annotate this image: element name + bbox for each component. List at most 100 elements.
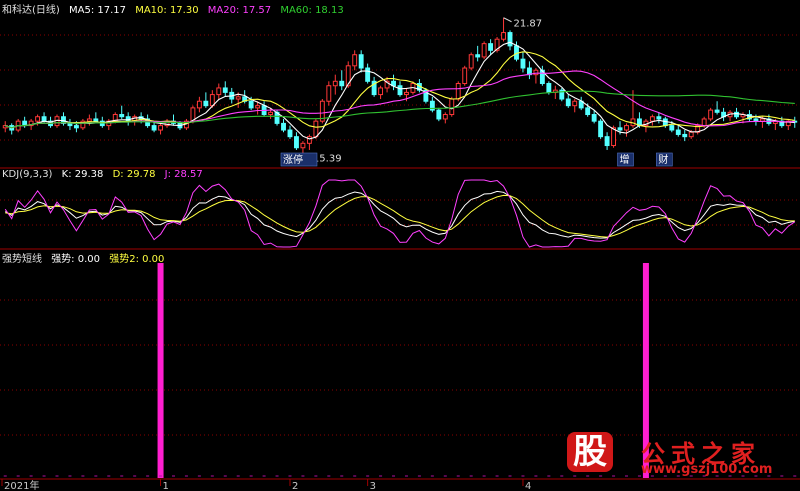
- candle-up: [326, 85, 332, 102]
- candle-down: [287, 129, 293, 138]
- signal-bar: [157, 263, 164, 478]
- candle-up: [649, 116, 655, 122]
- candle-down: [151, 125, 157, 131]
- kdj-panel-header: KDJ(9,3,3) K: 29.38 D: 29.78 J: 28.57: [2, 169, 209, 180]
- candle-down: [281, 122, 286, 131]
- candle-up: [306, 136, 312, 144]
- candle-down: [598, 120, 604, 138]
- candle-down: [604, 136, 610, 147]
- x-tick-label: 3: [370, 481, 376, 491]
- candle-down: [546, 83, 552, 93]
- candle-down: [248, 100, 254, 109]
- watermark: 股 公式之家 www.gszj100.com: [553, 430, 798, 480]
- watermark-url: www.gszj100.com: [641, 462, 773, 477]
- candle-up: [158, 125, 163, 131]
- indicator-s2-value: 强势2: 0.00: [109, 254, 165, 265]
- candle-down: [294, 136, 299, 149]
- candle-down: [119, 114, 125, 118]
- x-tick-label: 2021年: [4, 479, 39, 491]
- candle-down: [73, 125, 79, 129]
- ma5-value: MA5: 17.17: [69, 5, 127, 16]
- high-pointer: [503, 17, 512, 23]
- candle-down: [585, 107, 591, 116]
- candle-up: [468, 54, 474, 69]
- candle-down: [714, 109, 720, 113]
- stock-chart-canvas: 21.8715.39涨停增财 2021年 1 2 3 4: [0, 17, 800, 491]
- candle-down: [591, 114, 597, 122]
- indicator-s1-value: 强势: 0.00: [51, 254, 101, 265]
- candle-down: [41, 116, 47, 122]
- candle-down: [565, 98, 571, 107]
- candle-down: [669, 125, 675, 131]
- kdj-d-value: D: 29.78: [112, 169, 156, 180]
- candle-up: [449, 98, 455, 116]
- candle-up: [86, 118, 92, 122]
- candle-down: [203, 100, 209, 107]
- main-panel-header: 和科达(日线) MA5: 17.17 MA10: 17.30 MA20: 17.…: [2, 1, 350, 16]
- candle-down: [397, 85, 403, 96]
- x-axis: 2021年 1 2 3 4: [1, 479, 531, 491]
- kdj-layer: [4, 179, 796, 248]
- ma10-value: MA10: 17.30: [135, 5, 199, 16]
- marker-label: 增: [620, 153, 630, 166]
- candle-up: [35, 116, 41, 122]
- candle-down: [520, 58, 526, 69]
- candle-up: [442, 114, 448, 120]
- candle-up: [313, 120, 319, 138]
- candle-down: [436, 109, 442, 120]
- candle-down: [475, 54, 481, 58]
- candle-down: [339, 80, 345, 87]
- candle-up: [235, 96, 241, 100]
- kdj-j-line: [4, 179, 796, 248]
- candle-up: [216, 87, 222, 96]
- x-tick-label: 2: [292, 481, 298, 491]
- candle-up: [255, 105, 261, 109]
- candle-down: [507, 32, 513, 47]
- candle-down: [734, 111, 739, 118]
- ma20-value: MA20: 17.57: [207, 5, 272, 16]
- candle-up: [404, 91, 409, 96]
- ma60-value: MA60: 18.13: [280, 5, 344, 16]
- high-label: 21.87: [514, 19, 543, 30]
- candle-up: [701, 118, 707, 127]
- candle-down: [365, 67, 371, 82]
- candle-down: [617, 127, 623, 131]
- candle-up: [352, 54, 358, 67]
- candle-down: [358, 54, 364, 69]
- candle-down: [753, 118, 759, 122]
- candle-up: [268, 111, 274, 116]
- candle-down: [656, 116, 662, 120]
- candle-up: [572, 100, 578, 107]
- x-tick-label: 4: [525, 481, 531, 491]
- stock-title: 和科达(日线): [2, 5, 60, 16]
- candle-down: [222, 87, 228, 93]
- marker-label: 财: [658, 153, 668, 166]
- kdj-j-value: J: 28.57: [164, 169, 203, 180]
- x-tick-label: 1: [163, 481, 169, 491]
- kdj-title: KDJ(9,3,3): [2, 169, 53, 180]
- candle-up: [481, 43, 487, 58]
- indicator-panel-header: 强势短线 强势: 0.00 强势2: 0.00: [2, 250, 170, 265]
- candle-up: [533, 69, 539, 76]
- watermark-logo: 股: [567, 432, 613, 472]
- candle-up: [332, 80, 338, 87]
- candle-down: [488, 43, 494, 51]
- candle-up: [708, 109, 714, 120]
- candle-up: [501, 32, 506, 40]
- candle-up: [624, 125, 629, 131]
- candle-down: [67, 122, 73, 127]
- kdj-k-value: K: 29.38: [61, 169, 104, 180]
- indicator-title: 强势短线: [2, 254, 42, 265]
- kdj-d-line: [5, 194, 795, 238]
- candle-up: [462, 67, 468, 85]
- candle-up: [378, 87, 384, 96]
- candle-up: [455, 83, 461, 100]
- candle-up: [300, 142, 306, 149]
- marker-label: 涨停: [283, 153, 303, 166]
- candle-up: [196, 100, 202, 109]
- candle-up: [611, 127, 617, 147]
- candle-down: [675, 129, 681, 135]
- candle-down: [93, 118, 99, 122]
- candle-up: [688, 131, 694, 138]
- candle-down: [682, 133, 688, 138]
